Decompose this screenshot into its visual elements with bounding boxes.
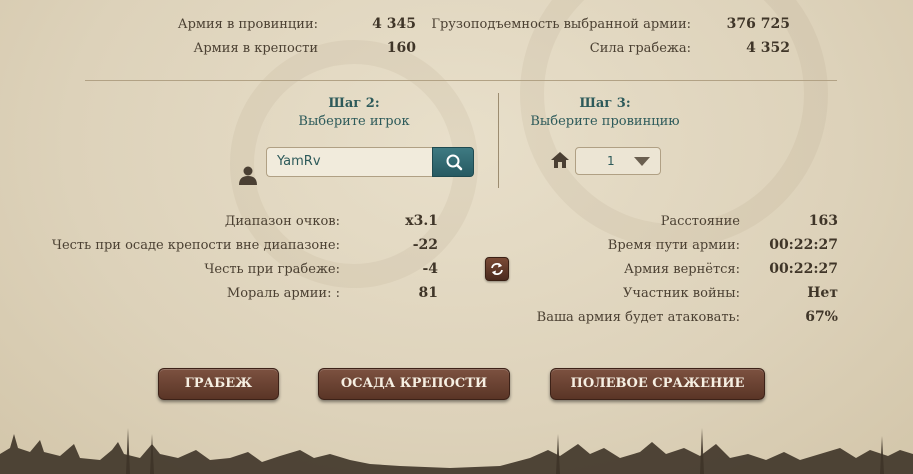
- divider: [85, 80, 837, 81]
- army-fortress-value: 160: [386, 40, 416, 56]
- plunder-honor-label: Честь при грабеже:: [204, 262, 340, 277]
- return-time-label: Армия вернётся:: [623, 262, 740, 277]
- points-range-label: Диапазон очков:: [224, 214, 340, 229]
- battle-silhouette: [0, 428, 913, 474]
- plunder-power-label: Сила грабежа:: [589, 41, 691, 56]
- search-button[interactable]: [432, 147, 474, 177]
- province-select-value: 1: [607, 154, 615, 168]
- person-icon: [239, 166, 257, 185]
- step2-title: Шаг 2:: [328, 96, 380, 111]
- travel-time-label: Время пути армии:: [607, 238, 740, 253]
- plunder-honor-value: -4: [422, 261, 438, 277]
- capacity-value: 376 725: [726, 16, 790, 32]
- step3-title: Шаг 3:: [579, 96, 631, 111]
- swap-icon: [491, 263, 503, 275]
- siege-button[interactable]: ОСАДА КРЕПОСТИ: [318, 368, 510, 400]
- army-province-label: Армия в провинции:: [177, 17, 318, 32]
- travel-time-value: 00:22:27: [769, 237, 838, 253]
- attack-chance-label: Ваша армия будет атаковать:: [536, 310, 740, 325]
- army-province-value: 4 345: [372, 16, 416, 32]
- points-range-value: x3.1: [405, 213, 438, 229]
- province-select[interactable]: 1: [575, 147, 661, 175]
- search-icon: [446, 154, 463, 171]
- war-participant-value: Нет: [807, 285, 838, 301]
- step3-subtitle: Выберите провинцию: [530, 114, 680, 129]
- plunder-button[interactable]: ГРАБЕЖ: [158, 368, 279, 400]
- top-stats: Армия в провинции: 4 345 Армия в крепост…: [0, 14, 913, 74]
- plunder-power-value: 4 352: [746, 40, 790, 56]
- chevron-down-icon: [634, 157, 650, 166]
- field-battle-button[interactable]: ПОЛЕВОЕ СРАЖЕНИЕ: [550, 368, 765, 400]
- step2-subtitle: Выберите игрок: [298, 114, 410, 129]
- army-morale-value: 81: [418, 285, 438, 301]
- house-icon: [551, 152, 569, 168]
- distance-value: 163: [808, 213, 838, 229]
- distance-label: Расстояние: [660, 214, 740, 229]
- army-morale-label: Мораль армии: :: [226, 286, 340, 301]
- return-time-value: 00:22:27: [769, 261, 838, 277]
- attack-chance-value: 67%: [805, 309, 838, 325]
- player-search-input[interactable]: YamRv: [266, 147, 432, 177]
- capacity-label: Грузоподъемность выбранной армии:: [431, 17, 691, 32]
- swap-button[interactable]: [485, 257, 509, 281]
- army-fortress-label: Армия в крепости: [193, 41, 319, 56]
- divider: [498, 93, 499, 188]
- war-participant-label: Участник войны:: [623, 286, 740, 301]
- siege-honor-value: -22: [412, 237, 438, 253]
- siege-honor-label: Честь при осаде крепости вне диапазоне:: [51, 238, 340, 253]
